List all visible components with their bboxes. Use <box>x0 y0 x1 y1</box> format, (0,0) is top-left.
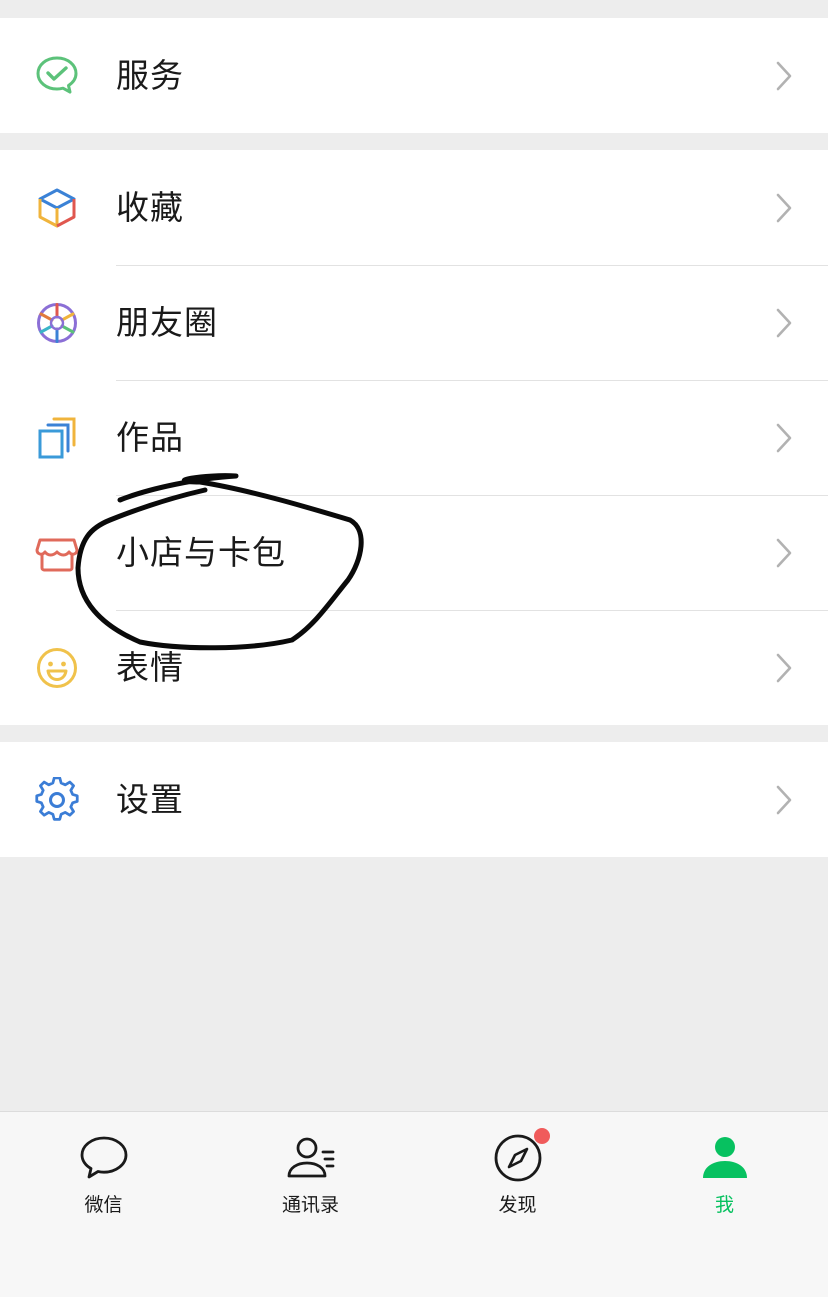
notification-badge-dot <box>534 1128 550 1144</box>
menu-item-works[interactable]: 作品 <box>0 380 828 495</box>
menu-group-main: 收藏 朋友圈 作品 小店与卡包 表情 <box>0 150 828 725</box>
moments-aperture-icon <box>34 300 80 346</box>
smiley-face-icon <box>34 645 80 691</box>
tab-me[interactable]: 我 <box>621 1112 828 1242</box>
menu-item-label: 收藏 <box>116 188 184 227</box>
chevron-right-icon <box>774 422 794 454</box>
menu-item-moments[interactable]: 朋友圈 <box>0 265 828 380</box>
menu-item-services[interactable]: 服务 <box>0 18 828 133</box>
tab-label: 微信 <box>84 1194 123 1216</box>
menu-group-settings: 设置 <box>0 742 828 857</box>
bottom-tab-bar: 微信 通讯录 发现 我 <box>0 1111 828 1297</box>
menu-item-settings[interactable]: 设置 <box>0 742 828 857</box>
gear-icon <box>34 777 80 823</box>
menu-item-label: 作品 <box>116 418 184 457</box>
favorites-cube-icon <box>34 185 80 231</box>
chevron-right-icon <box>774 784 794 816</box>
shop-awning-icon <box>34 530 80 576</box>
tab-label: 我 <box>714 1194 734 1216</box>
chat-bubble-icon <box>78 1132 130 1184</box>
wechat-pay-icon <box>34 53 80 99</box>
menu-item-label: 小店与卡包 <box>116 533 286 572</box>
menu-item-label: 设置 <box>116 780 184 819</box>
menu-item-label: 表情 <box>116 648 184 687</box>
menu-group-services: 服务 <box>0 18 828 133</box>
tab-chats[interactable]: 微信 <box>0 1112 207 1242</box>
tab-contacts[interactable]: 通讯录 <box>207 1112 414 1242</box>
chevron-right-icon <box>774 652 794 684</box>
person-icon <box>699 1132 751 1184</box>
menu-item-label: 朋友圈 <box>116 303 218 342</box>
tab-label: 发现 <box>498 1194 537 1216</box>
chevron-right-icon <box>774 537 794 569</box>
works-layers-icon <box>34 415 80 461</box>
contacts-icon <box>285 1132 337 1184</box>
menu-item-stickers[interactable]: 表情 <box>0 610 828 725</box>
menu-item-label: 服务 <box>116 56 184 95</box>
tab-discover[interactable]: 发现 <box>414 1112 621 1242</box>
chevron-right-icon <box>774 307 794 339</box>
menu-item-shop-and-cards[interactable]: 小店与卡包 <box>0 495 828 610</box>
chevron-right-icon <box>774 60 794 92</box>
tab-label: 通讯录 <box>281 1194 339 1216</box>
menu-item-favorites[interactable]: 收藏 <box>0 150 828 265</box>
chevron-right-icon <box>774 192 794 224</box>
